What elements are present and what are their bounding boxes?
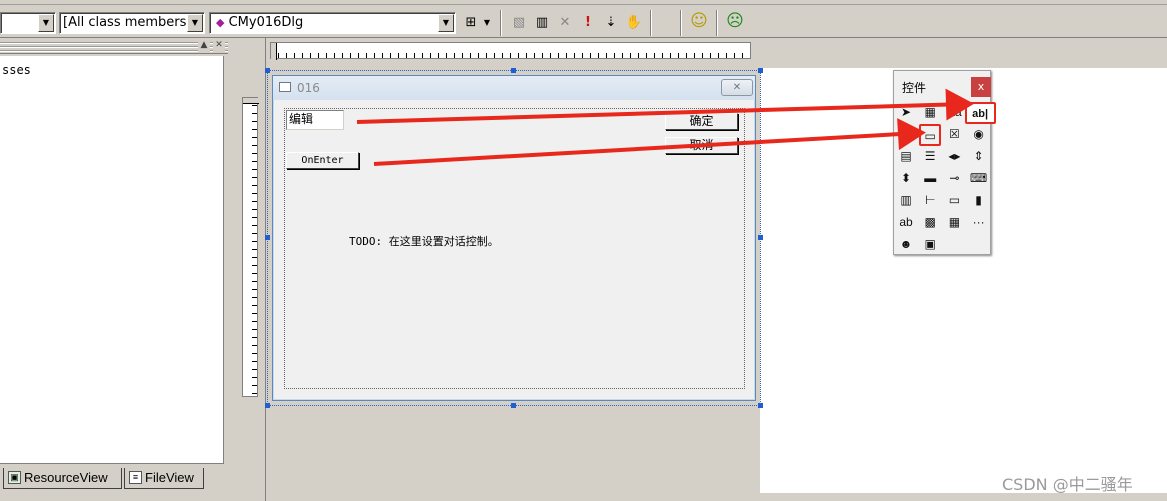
watermark: CSDN @中二骚年 — [1002, 475, 1133, 494]
annotation-arrows — [356, 88, 974, 166]
arrow-edit-box — [356, 88, 974, 124]
arrow-button — [373, 118, 926, 166]
